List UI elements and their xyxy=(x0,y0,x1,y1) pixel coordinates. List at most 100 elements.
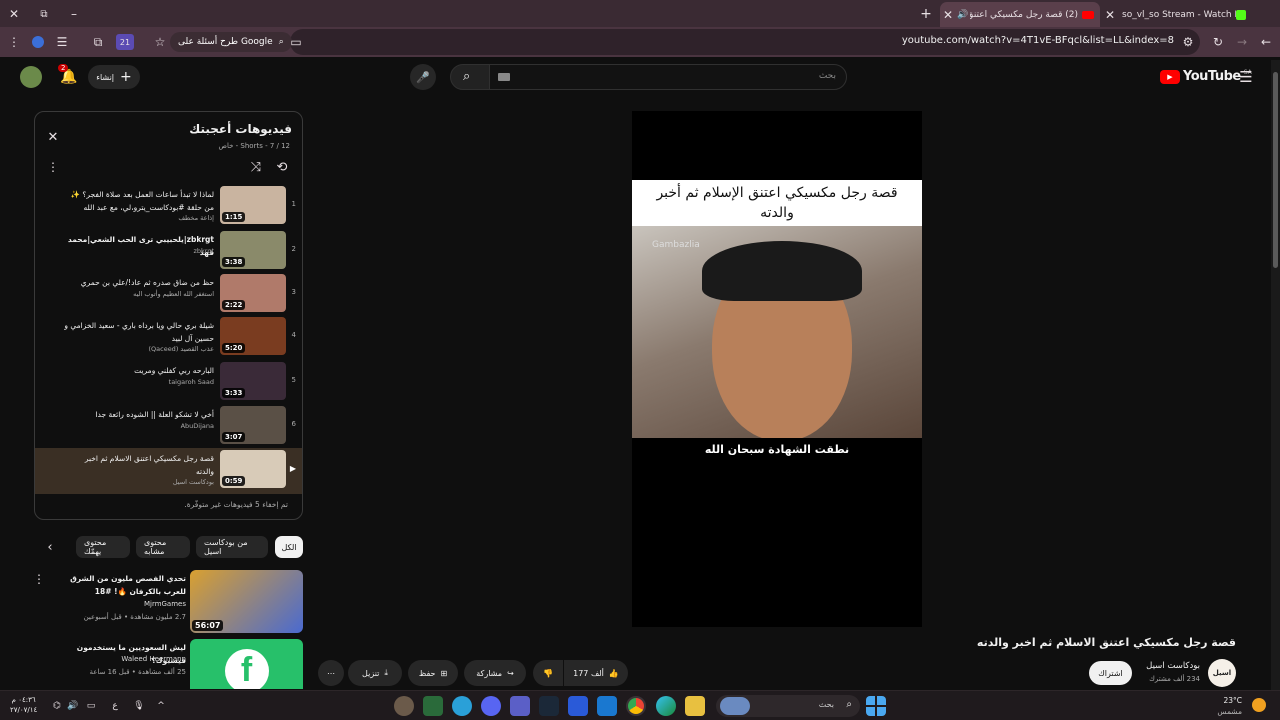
chip-all[interactable]: الكل xyxy=(275,536,303,558)
more-options-icon[interactable]: ⋮ xyxy=(32,572,46,586)
dislike-button[interactable]: 👎 xyxy=(533,660,563,686)
hamburger-menu-icon[interactable]: ☰ xyxy=(1237,68,1255,86)
windows-start-icon[interactable] xyxy=(866,696,886,716)
like-button[interactable]: 177 ألف 👍 xyxy=(564,660,628,686)
close-playlist-icon[interactable]: ✕ xyxy=(45,129,61,145)
video-thumbnail[interactable]: 3:07 xyxy=(220,406,286,444)
video-thumbnail[interactable]: 0:59 xyxy=(220,450,286,488)
chrome-icon[interactable] xyxy=(626,696,646,716)
more-options-icon[interactable]: ⋮ xyxy=(40,641,46,655)
cast-icon[interactable]: ▭ xyxy=(288,34,304,50)
minimize-window-icon[interactable]: – xyxy=(66,6,82,22)
mail-icon[interactable] xyxy=(597,696,617,716)
item-title[interactable]: لماذا لا تبدأ ساعات العمل بعد صلاة الفجر… xyxy=(64,188,214,214)
discord-icon[interactable] xyxy=(481,696,501,716)
language-indicator[interactable]: ع xyxy=(108,699,122,713)
google-lens-button[interactable]: طرح أسئلة على Google ⌕ xyxy=(170,32,292,52)
recommendation-title[interactable]: ليش السعوديين ما يستخدمون فيسبوك؟ xyxy=(50,641,186,667)
new-tab-icon[interactable]: + xyxy=(918,6,934,22)
recommendation-item[interactable]: ⋮ 56:07 تحدي الفصص مليون من الشرق للعرب … xyxy=(33,570,304,634)
url-text[interactable]: youtube.com/watch?v=4T1vE-BFqcl&list=LL&… xyxy=(902,35,1174,46)
teams-icon[interactable] xyxy=(510,696,530,716)
tab-current[interactable]: ✕ 🔊 (2) قصة رجل مكسيكي اعتنق xyxy=(940,2,1100,27)
more-actions-button[interactable]: ⋯ xyxy=(318,660,344,686)
avatar[interactable] xyxy=(20,66,42,88)
video-thumbnail[interactable]: 56:07 xyxy=(190,570,303,633)
tab-stream[interactable]: ✕ so_vl_so Stream - Watch Live o xyxy=(1102,2,1252,27)
maximize-window-icon[interactable]: ⧉ xyxy=(36,6,52,22)
item-title[interactable]: حظ من ضاق صدره ثم عاد!/علي بن حمري xyxy=(64,276,214,289)
url-box[interactable]: ☆ طرح أسئلة على Google ⌕ ▭ youtube.com/w… xyxy=(155,29,1200,55)
playlist-menu-icon[interactable]: ⋮ xyxy=(45,159,61,175)
list-item-current[interactable]: ▶ 0:59 قصة رجل مكسيكي اعتنق الاسلام ثم ا… xyxy=(35,448,302,494)
search-input[interactable]: بحث xyxy=(489,64,847,90)
extension-badge[interactable]: 21 xyxy=(116,34,134,50)
edge-icon[interactable] xyxy=(656,696,676,716)
download-button[interactable]: تنزيل ⤓ xyxy=(348,660,402,686)
video-player[interactable]: قصة رجل مكسيكي اعتنق الإسلام ثم أخبر وال… xyxy=(632,111,922,627)
video-thumbnail[interactable]: 5:20 xyxy=(220,317,286,355)
scrollbar[interactable] xyxy=(1271,60,1280,690)
list-item[interactable]: 2 3:38 zbkrgt|يلحبيبي ترى الحب الشعي|محم… xyxy=(35,229,302,273)
list-item[interactable]: 5 3:33 البارحه ربي كفلني ومريت taigaroh … xyxy=(35,360,302,404)
weather-widget[interactable]: 23°C مشمس xyxy=(1217,695,1242,717)
list-item[interactable]: 4 5:20 شيلة بري حالي ويا برداه باري - سع… xyxy=(35,315,302,359)
profile-icon[interactable] xyxy=(30,34,46,50)
battery-icon[interactable]: ▭ xyxy=(84,699,98,713)
reload-icon[interactable]: ↻ xyxy=(1210,34,1226,50)
app-icon-3[interactable] xyxy=(568,696,588,716)
list-item[interactable]: 1 1:15 لماذا لا تبدأ ساعات العمل بعد صلا… xyxy=(35,184,302,228)
app-icon-2[interactable] xyxy=(423,696,443,716)
file-explorer-icon[interactable] xyxy=(685,696,705,716)
video-thumbnail[interactable]: 3:33 xyxy=(220,362,286,400)
voice-search-icon[interactable]: 🎤 xyxy=(410,64,436,90)
taskbar-search[interactable]: ⌕ بحث xyxy=(716,695,860,717)
video-thumbnail[interactable]: f xyxy=(190,639,303,689)
item-title[interactable]: شيلة بري حالي ويا برداه باري - سعيد الخز… xyxy=(64,319,214,345)
create-button[interactable]: إنشاء + xyxy=(88,65,140,89)
loop-icon[interactable]: ⟲ xyxy=(273,159,291,175)
item-title[interactable]: zbkrgt|يلحبيبي ترى الحب الشعي|محمد فهد xyxy=(64,233,214,259)
system-clock[interactable]: ٠٤:٣٦ م ٢٧/٠٧/١٤ xyxy=(10,695,37,715)
notifications-bell-icon[interactable]: 🔔 2 xyxy=(58,64,80,88)
back-icon[interactable]: ← xyxy=(1258,34,1274,50)
bookmark-star-icon[interactable]: ☆ xyxy=(152,34,168,50)
channel-name[interactable]: بودكاست اسيل xyxy=(1146,661,1200,671)
playlist-title[interactable]: فيديوهات أعجبتك xyxy=(189,122,292,136)
tray-chevron-icon[interactable]: ^ xyxy=(154,699,168,713)
scrollbar-thumb[interactable] xyxy=(1273,72,1278,268)
chip-similar[interactable]: محتوى مشابه xyxy=(136,536,190,558)
site-settings-icon[interactable]: ⚙ xyxy=(1180,34,1196,50)
microphone-icon[interactable]: 🎙 xyxy=(132,699,146,713)
extensions-icon[interactable]: ⧉ xyxy=(90,34,106,50)
subscribe-button[interactable]: اشتراك xyxy=(1089,661,1132,685)
app-icon-1[interactable] xyxy=(394,696,414,716)
save-button[interactable]: حفظ ⊞ xyxy=(408,660,458,686)
network-icon[interactable]: ⌬ xyxy=(50,699,64,713)
recommendation-channel[interactable]: Waleed Heermann xyxy=(121,655,186,663)
audio-icon[interactable]: 🔊 xyxy=(956,10,970,20)
search-button[interactable]: ⌕ xyxy=(450,64,490,90)
video-thumbnail[interactable]: 1:15 xyxy=(220,186,286,224)
volume-icon[interactable]: 🔊 xyxy=(66,699,80,713)
recommendation-channel[interactable]: MjrmGames xyxy=(144,600,186,608)
keyboard-icon[interactable] xyxy=(498,73,510,81)
menu-dots-icon[interactable]: ⋮ xyxy=(6,34,22,50)
reading-list-icon[interactable]: ☰ xyxy=(54,34,70,50)
steam-icon[interactable] xyxy=(539,696,559,716)
channel-avatar[interactable]: اسيل xyxy=(1208,659,1236,687)
list-item[interactable]: 3 2:22 حظ من ضاق صدره ثم عاد!/علي بن حمر… xyxy=(35,272,302,316)
close-window-icon[interactable]: ✕ xyxy=(6,6,22,22)
telegram-icon[interactable] xyxy=(452,696,472,716)
recommendation-title[interactable]: تحدي الفصص مليون من الشرق للعرب بالكرفان… xyxy=(50,572,186,598)
item-title[interactable]: البارحه ربي كفلني ومريت xyxy=(64,364,214,377)
close-tab-icon[interactable]: ✕ xyxy=(1102,8,1118,22)
chevron-left-icon[interactable]: ‹ xyxy=(42,539,58,555)
video-thumbnail[interactable]: 2:22 xyxy=(220,274,286,312)
list-item[interactable]: 6 3:07 أخي لا تشكو العلة || الشوده رائعة… xyxy=(35,404,302,448)
share-button[interactable]: مشاركة ↪ xyxy=(464,660,526,686)
video-thumbnail[interactable]: 3:38 xyxy=(220,231,286,269)
forward-icon[interactable]: → xyxy=(1234,34,1250,50)
recommendation-item[interactable]: ⋮ f ليش السعوديين ما يستخدمون فيسبوك؟ Wa… xyxy=(40,639,304,689)
item-title[interactable]: أخي لا تشكو العلة || الشوده رائعة جدا xyxy=(64,408,214,421)
